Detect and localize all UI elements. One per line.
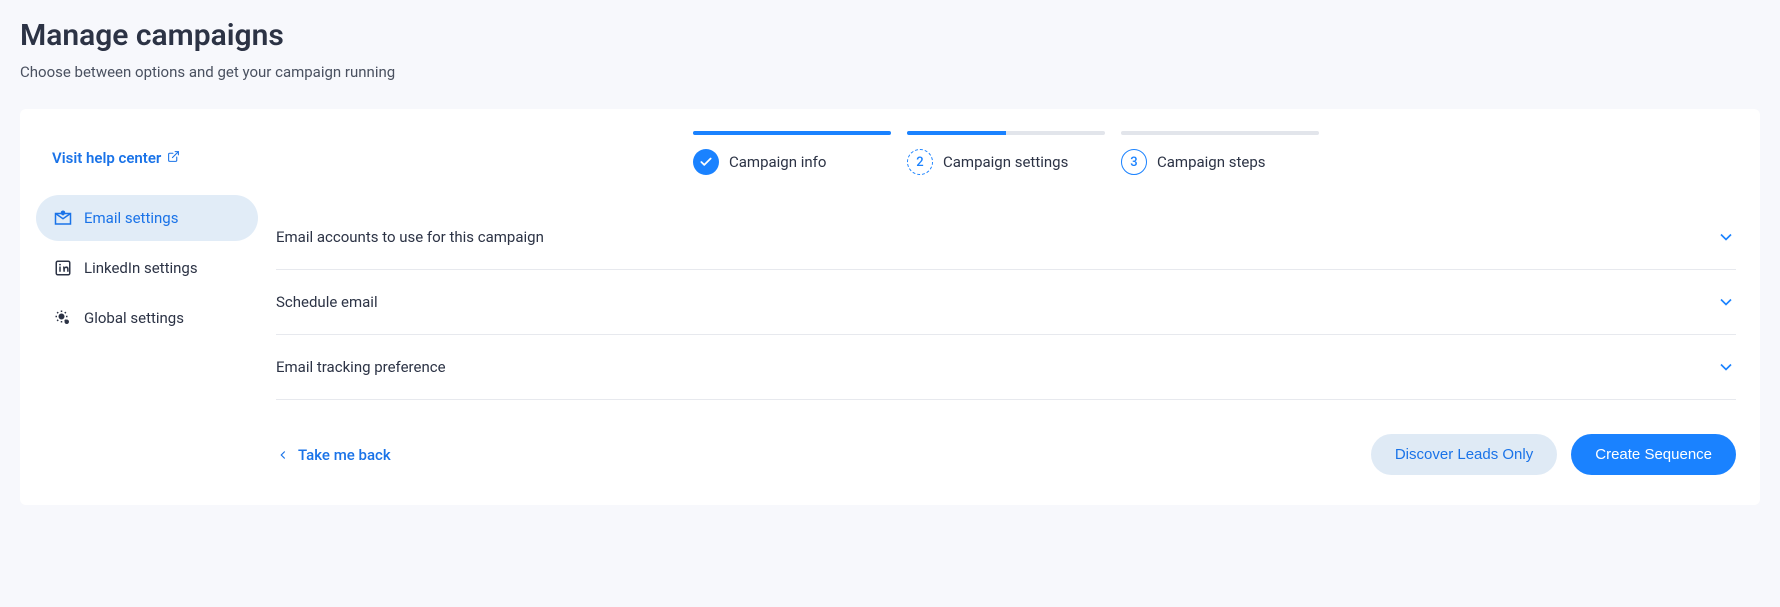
email-icon: @ <box>54 209 72 227</box>
gear-icon <box>54 309 72 327</box>
stepper: Campaign info 2 Campaign settings 3 Camp… <box>276 131 1736 175</box>
step-progress-bar <box>693 131 891 135</box>
step-number: 2 <box>907 149 933 175</box>
help-center-link[interactable]: Visit help center <box>52 149 180 167</box>
step-campaign-settings[interactable]: 2 Campaign settings <box>907 131 1105 175</box>
sidebar-item-email-settings[interactable]: @ Email settings <box>36 195 258 241</box>
chevron-down-icon <box>1716 292 1736 312</box>
page-title: Manage campaigns <box>20 18 1760 53</box>
sidebar-item-linkedin-settings[interactable]: LinkedIn settings <box>36 245 258 291</box>
step-label: Campaign settings <box>943 153 1068 171</box>
accordion-email-accounts[interactable]: Email accounts to use for this campaign <box>276 205 1736 270</box>
footer-row: Take me back Discover Leads Only Create … <box>276 434 1736 475</box>
accordion-title: Email tracking preference <box>276 358 446 376</box>
sidebar-item-label: Global settings <box>84 309 184 327</box>
settings-card: Visit help center @ Email settings Linke… <box>20 109 1760 505</box>
step-label: Campaign info <box>729 153 826 171</box>
step-progress-bar <box>907 131 1105 135</box>
sidebar-item-label: LinkedIn settings <box>84 259 198 277</box>
discover-leads-button[interactable]: Discover Leads Only <box>1371 434 1557 475</box>
step-label: Campaign steps <box>1157 153 1266 171</box>
step-progress-bar <box>1121 131 1319 135</box>
page-subtitle: Choose between options and get your camp… <box>20 63 1760 81</box>
chevron-down-icon <box>1716 227 1736 247</box>
sidebar-item-global-settings[interactable]: Global settings <box>36 295 258 341</box>
accordion-schedule-email[interactable]: Schedule email <box>276 270 1736 335</box>
external-link-icon <box>167 149 180 167</box>
accordion-title: Email accounts to use for this campaign <box>276 228 544 246</box>
check-icon <box>693 149 719 175</box>
accordion-tracking-preference[interactable]: Email tracking preference <box>276 335 1736 400</box>
step-number: 3 <box>1121 149 1147 175</box>
step-campaign-info[interactable]: Campaign info <box>693 131 891 175</box>
back-link[interactable]: Take me back <box>276 446 391 464</box>
main-panel: Campaign info 2 Campaign settings 3 Camp… <box>258 131 1760 475</box>
chevron-down-icon <box>1716 357 1736 377</box>
button-row: Discover Leads Only Create Sequence <box>1371 434 1736 475</box>
svg-text:@: @ <box>62 211 65 215</box>
sidebar-item-label: Email settings <box>84 209 178 227</box>
create-sequence-button[interactable]: Create Sequence <box>1571 434 1736 475</box>
linkedin-icon <box>54 259 72 277</box>
step-campaign-steps[interactable]: 3 Campaign steps <box>1121 131 1319 175</box>
help-center-label: Visit help center <box>52 149 161 167</box>
back-label: Take me back <box>298 446 391 464</box>
sidebar: Visit help center @ Email settings Linke… <box>20 131 258 475</box>
accordion-title: Schedule email <box>276 293 378 311</box>
